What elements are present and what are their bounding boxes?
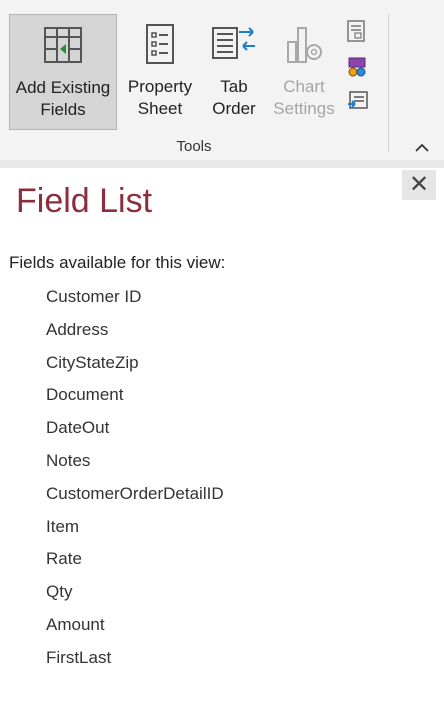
add-existing-label-2: Fields <box>40 100 86 119</box>
chart-settings-button[interactable]: Chart Settings <box>268 14 340 130</box>
tab-order-label-2: Order <box>212 99 256 118</box>
add-existing-fields-icon <box>44 27 82 63</box>
property-sheet-icon <box>146 24 174 64</box>
tab-order-icon <box>212 27 255 59</box>
property-sheet-button[interactable]: Property Sheet <box>120 14 200 130</box>
field-item[interactable]: Address <box>46 318 224 351</box>
field-item[interactable]: DateOut <box>46 416 224 449</box>
pane-title: Field List <box>16 182 153 220</box>
add-existing-label-1: Add Existing <box>15 78 111 97</box>
tools-group-label: Tools <box>176 138 212 155</box>
field-list: Customer ID Address CityStateZip Documen… <box>46 285 224 679</box>
form-view-icon[interactable] <box>345 20 367 42</box>
colored-boxes-icon[interactable] <box>345 55 369 79</box>
chart-settings-label-1: Chart <box>283 77 325 96</box>
fields-available-label: Fields available for this view: <box>9 253 226 272</box>
convert-macros-icon[interactable] <box>345 90 369 112</box>
pane-top-border <box>0 160 444 168</box>
field-item[interactable]: CustomerOrderDetailID <box>46 482 224 515</box>
chart-settings-icon <box>287 27 322 63</box>
field-item[interactable]: Document <box>46 383 224 416</box>
field-item[interactable]: Rate <box>46 547 224 580</box>
property-sheet-label-1: Property <box>127 77 193 96</box>
field-item[interactable]: CityStateZip <box>46 351 224 384</box>
close-icon[interactable]: ✕ <box>402 170 436 200</box>
collapse-ribbon-icon[interactable] <box>412 138 432 158</box>
property-sheet-label-2: Sheet <box>137 99 183 118</box>
add-existing-fields-button[interactable]: Add Existing Fields <box>9 14 117 130</box>
field-item[interactable]: Amount <box>46 613 224 646</box>
field-item[interactable]: Customer ID <box>46 285 224 318</box>
tab-order-button[interactable]: Tab Order <box>202 14 266 130</box>
chart-settings-label-2: Settings <box>273 99 335 118</box>
field-item[interactable]: Qty <box>46 580 224 613</box>
ribbon: Add Existing Fields Property Sheet Tab O… <box>0 0 444 160</box>
group-separator <box>388 14 389 152</box>
field-item[interactable]: FirstLast <box>46 646 224 679</box>
field-item[interactable]: Notes <box>46 449 224 482</box>
tab-order-label-1: Tab <box>220 77 248 96</box>
field-item[interactable]: Item <box>46 515 224 548</box>
